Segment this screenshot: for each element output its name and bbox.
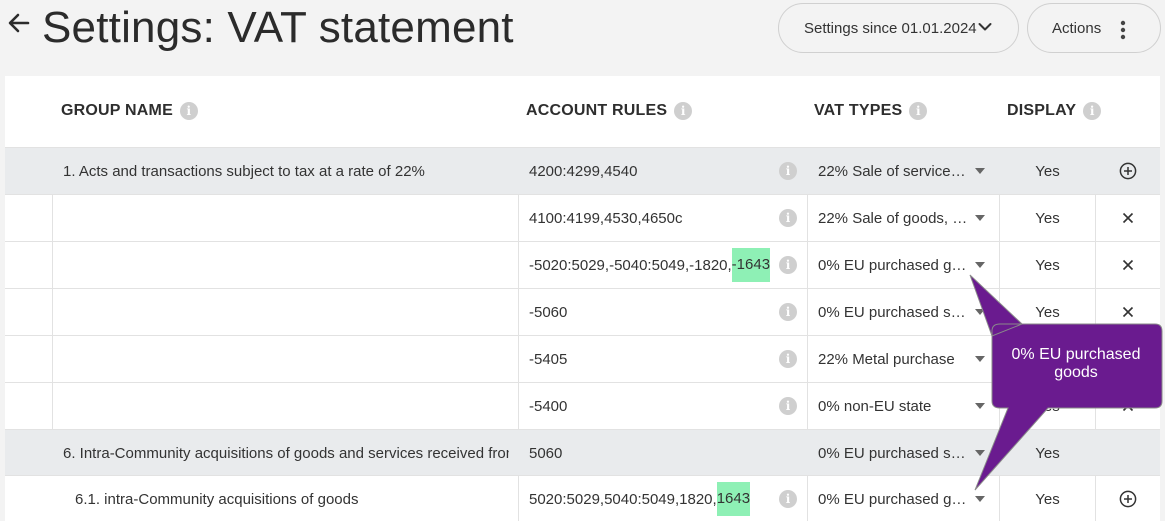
add-row-button[interactable] [1095,476,1160,521]
group-name-cell[interactable]: 6. Intra-Community acquisitions of goods… [63,430,509,476]
close-icon [1122,306,1134,318]
info-icon[interactable]: i [779,256,797,274]
vat-types-select[interactable]: 0% EU purchased goods [807,476,999,521]
caret-down-icon [975,356,985,362]
highlighted-account-rule: 1643 [716,482,751,516]
column-header-account-rules: ACCOUNT RULES i [526,102,693,120]
vat-types-select[interactable]: 0% EU purchased services [807,430,999,476]
account-rules-cell[interactable]: -5020:5029,-5040:5049,-1820, -1643 i [518,242,807,288]
row-action-cell [1095,430,1160,476]
indent-cell [5,383,53,429]
info-icon[interactable]: i [779,397,797,415]
table-row: -5405 i 22% Metal purchase Yes [5,335,1160,382]
chevron-down-icon [978,23,992,31]
display-value[interactable]: Yes [999,195,1095,241]
table-row-subgroup: 6.1. intra-Community acquisitions of goo… [5,475,1160,521]
close-icon [1122,400,1134,412]
column-header-vat-types: VAT TYPES i [814,102,928,120]
vat-types-select[interactable]: 0% EU purchased goods [807,242,999,288]
settings-period-dropdown[interactable]: Settings since 01.01.2024 [778,3,1019,53]
vat-types-select[interactable]: 22% Metal purchase [807,336,999,382]
table-row-group: 1. Acts and transactions subject to tax … [5,147,1160,194]
info-icon[interactable]: i [779,303,797,321]
caret-down-icon [975,403,985,409]
column-header-group-name: GROUP NAME i [61,102,198,120]
display-value[interactable]: Yes [999,289,1095,335]
info-icon[interactable]: i [779,490,797,508]
indent-cell [5,336,53,382]
caret-down-icon [975,215,985,221]
remove-row-button[interactable] [1095,289,1160,335]
info-icon[interactable]: i [779,162,797,180]
display-value[interactable]: Yes [999,383,1095,429]
account-rules-cell[interactable]: -5405 i [518,336,807,382]
remove-row-button[interactable] [1095,195,1160,241]
display-value[interactable]: Yes [999,430,1095,476]
remove-row-button[interactable] [1095,242,1160,288]
settings-period-label: Settings since 01.01.2024 [804,19,977,37]
table-row: -5400 i 0% non-EU state Yes [5,382,1160,429]
plus-circle-icon [1119,490,1137,508]
info-icon[interactable]: i [909,102,928,120]
caret-down-icon [975,450,985,456]
table-row-group: 6. Intra-Community acquisitions of goods… [5,429,1160,476]
close-icon [1122,212,1134,224]
indent-cell [5,195,53,241]
info-icon[interactable]: i [179,102,198,120]
info-icon[interactable]: i [779,209,797,227]
account-rules-cell[interactable]: 4200:4299,4540 i [518,148,807,194]
table-row: -5020:5029,-5040:5049,-1820, -1643 i 0% E… [5,241,1160,288]
vat-types-select[interactable]: 22% Sale of services, Sale of fixed asse… [807,148,999,194]
vat-types-select[interactable]: 22% Sale of goods, EU sale [807,195,999,241]
account-rules-cell[interactable]: 5060 [518,430,807,476]
table-row: 4100:4199,4530,4650c i 22% Sale of goods… [5,194,1160,241]
info-icon[interactable]: i [674,102,693,120]
more-vertical-icon [1120,20,1126,40]
account-rules-cell[interactable]: -5060 i [518,289,807,335]
page-title: Settings: VAT statement [42,3,514,52]
actions-label: Actions [1052,19,1102,37]
caret-down-icon [975,309,985,315]
back-arrow-icon[interactable] [4,6,34,40]
info-icon[interactable]: i [1083,102,1102,120]
indent-cell [5,289,53,335]
vat-settings-table: GROUP NAME i ACCOUNT RULES i VAT TYPES i DI… [5,76,1160,521]
display-value[interactable]: Yes [999,242,1095,288]
table-row: -5060 i 0% EU purchased services Yes [5,288,1160,335]
callout-text: 0% EU purchased goods [1011,346,1141,381]
close-icon [1122,259,1134,271]
vat-types-select[interactable]: 0% non-EU state [807,383,999,429]
vat-types-select[interactable]: 0% EU purchased services [807,289,999,335]
group-name-cell[interactable]: 6.1. intra-Community acquisitions of goo… [75,476,521,521]
account-rules-cell[interactable]: 5020:5029,5040:5049,1820, 1643 i [518,476,807,521]
caret-down-icon [975,262,985,268]
caret-down-icon [975,496,985,502]
plus-circle-icon [1119,162,1137,180]
remove-row-button[interactable] [1095,383,1160,429]
column-header-display: DISPLAY i [1007,102,1102,120]
info-icon[interactable]: i [779,350,797,368]
indent-cell [5,242,53,288]
add-row-button[interactable] [1095,148,1160,194]
table-header: GROUP NAME i ACCOUNT RULES i VAT TYPES i DI… [5,76,1160,147]
actions-button[interactable]: Actions [1027,3,1161,53]
account-rules-cell[interactable]: 4100:4199,4530,4650c i [518,195,807,241]
display-value[interactable]: Yes [999,476,1095,521]
display-value[interactable]: Yes [999,148,1095,194]
caret-down-icon [975,168,985,174]
account-rules-cell[interactable]: -5400 i [518,383,807,429]
group-name-cell[interactable]: 1. Acts and transactions subject to tax … [63,148,509,194]
highlighted-account-rule: -1643 [731,248,771,282]
